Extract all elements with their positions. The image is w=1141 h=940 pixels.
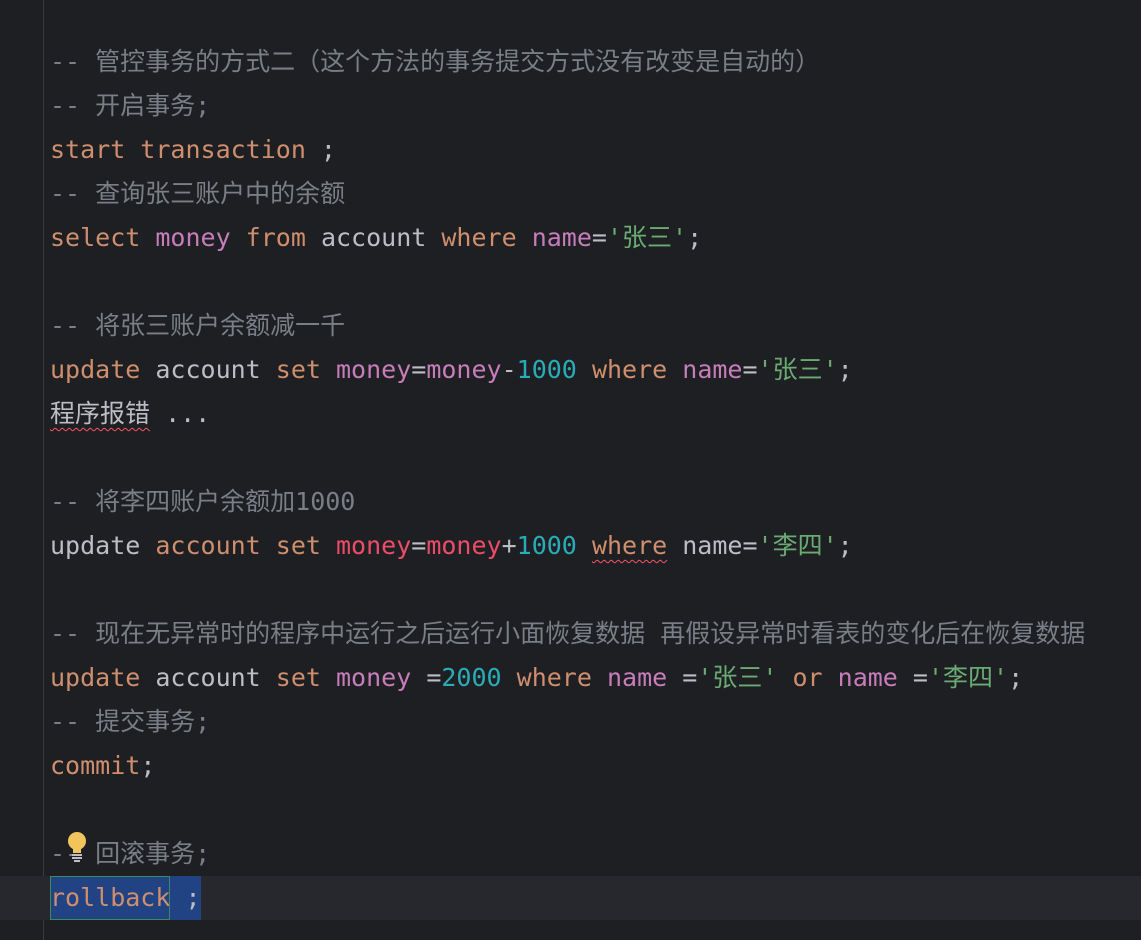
code-token: ; bbox=[837, 355, 853, 384]
code-line[interactable] bbox=[50, 436, 1141, 480]
code-token: '李四' bbox=[927, 663, 1009, 692]
code-token: where bbox=[591, 531, 668, 560]
code-token: -- 将李四账户余额加1000 bbox=[50, 487, 356, 516]
code-token: money bbox=[336, 355, 412, 384]
code-token: name bbox=[837, 663, 898, 692]
code-token: 1000 bbox=[516, 531, 577, 560]
code-token: 1000 bbox=[516, 355, 577, 384]
code-token: ; bbox=[170, 876, 201, 920]
code-token: name bbox=[682, 355, 743, 384]
code-token: -- 将张三账户余额减一千 bbox=[50, 311, 346, 340]
code-token: -- 现在无异常时的程序中运行之后运行小面恢复数据 再假设异常时看表的变化后在恢… bbox=[50, 619, 1086, 648]
code-token: = bbox=[591, 223, 607, 252]
code-token: name bbox=[531, 223, 592, 252]
code-token: where bbox=[441, 223, 517, 252]
code-token: ... bbox=[150, 399, 211, 428]
code-token: -- 查询张三账户中的余额 bbox=[50, 179, 346, 208]
code-token: = bbox=[742, 355, 758, 384]
code-token: update bbox=[50, 531, 156, 560]
code-token: ; bbox=[1008, 663, 1024, 692]
code-line[interactable]: start transaction ; bbox=[50, 128, 1141, 172]
code-token: '张三' bbox=[757, 355, 838, 384]
code-token: money bbox=[426, 531, 502, 560]
code-token: = bbox=[667, 663, 698, 692]
code-token: set bbox=[275, 663, 321, 692]
code-token: set bbox=[275, 355, 321, 384]
code-line[interactable] bbox=[50, 260, 1141, 304]
code-line[interactable]: 程序报错 ... bbox=[50, 392, 1141, 436]
code-token: account bbox=[305, 223, 442, 252]
code-token: ; bbox=[140, 751, 156, 780]
code-token: from bbox=[230, 223, 306, 252]
code-line[interactable]: -- 管控事务的方式二（这个方法的事务提交方式没有改变是自动的） bbox=[50, 40, 1141, 84]
code-token: money bbox=[426, 355, 502, 384]
code-line[interactable]: -- 现在无异常时的程序中运行之后运行小面恢复数据 再假设异常时看表的变化后在恢… bbox=[50, 612, 1141, 656]
code-token: where bbox=[516, 663, 592, 692]
code-line[interactable]: -- 提交事务; bbox=[50, 700, 1141, 744]
code-line[interactable]: -- 回滚事务; bbox=[50, 832, 1141, 876]
code-line[interactable]: select money from account where name='张三… bbox=[50, 216, 1141, 260]
code-token: '张三' bbox=[697, 663, 778, 692]
code-line[interactable]: commit; bbox=[50, 744, 1141, 788]
code-token: money bbox=[336, 531, 412, 560]
code-token: = bbox=[897, 663, 928, 692]
code-token: money bbox=[155, 223, 231, 252]
code-token: money bbox=[336, 663, 412, 692]
code-token: '张三' bbox=[606, 223, 688, 252]
code-line[interactable]: -- 开启事务; bbox=[50, 84, 1141, 128]
code-token: account bbox=[140, 355, 276, 384]
code-token: account bbox=[155, 531, 261, 560]
gutter-divider bbox=[43, 0, 44, 940]
code-token: name= bbox=[667, 531, 758, 560]
code-token: name bbox=[606, 663, 668, 692]
code-token: commit bbox=[50, 751, 141, 780]
code-token: = bbox=[411, 531, 427, 560]
code-line[interactable]: update account set money=money+1000 wher… bbox=[50, 524, 1141, 568]
code-token: = bbox=[411, 355, 427, 384]
code-line[interactable]: update account set money =2000 where nam… bbox=[50, 656, 1141, 700]
code-token: 程序报错 bbox=[50, 399, 151, 428]
code-token: ; bbox=[837, 531, 853, 560]
selected-word: rollback bbox=[50, 876, 171, 920]
code-token: ; bbox=[687, 223, 703, 252]
code-line[interactable]: -- 将李四账户余额加1000 bbox=[50, 480, 1141, 524]
code-token: select bbox=[50, 223, 156, 252]
code-token: -- 管控事务的方式二（这个方法的事务提交方式没有改变是自动的） bbox=[50, 47, 821, 76]
code-line[interactable] bbox=[50, 568, 1141, 612]
lightbulb-icon[interactable] bbox=[64, 830, 90, 864]
code-token: start transaction bbox=[50, 135, 306, 164]
code-token: + bbox=[501, 531, 517, 560]
code-token: account bbox=[140, 663, 276, 692]
code-token: set bbox=[275, 531, 321, 560]
code-token: -- 开启事务; bbox=[50, 91, 211, 120]
code-line[interactable]: update account set money=money-1000 wher… bbox=[50, 348, 1141, 392]
code-token: -- 提交事务; bbox=[50, 707, 211, 736]
code-token: - bbox=[501, 355, 517, 384]
code-token: 2000 bbox=[441, 663, 502, 692]
code-token: '李四' bbox=[757, 531, 838, 560]
code-editor[interactable]: -- 管控事务的方式二（这个方法的事务提交方式没有改变是自动的） -- 开启事务;… bbox=[0, 40, 1141, 920]
code-token: update bbox=[50, 663, 141, 692]
code-line-current[interactable]: rollback ; bbox=[0, 876, 1141, 920]
code-line[interactable] bbox=[50, 788, 1141, 832]
code-token: where bbox=[591, 355, 668, 384]
code-token: ; bbox=[305, 135, 336, 164]
code-line[interactable]: -- 查询张三账户中的余额 bbox=[50, 172, 1141, 216]
code-token: = bbox=[411, 663, 442, 692]
code-line[interactable]: -- 将张三账户余额减一千 bbox=[50, 304, 1141, 348]
code-token: or bbox=[792, 663, 823, 692]
code-token: update bbox=[50, 355, 141, 384]
